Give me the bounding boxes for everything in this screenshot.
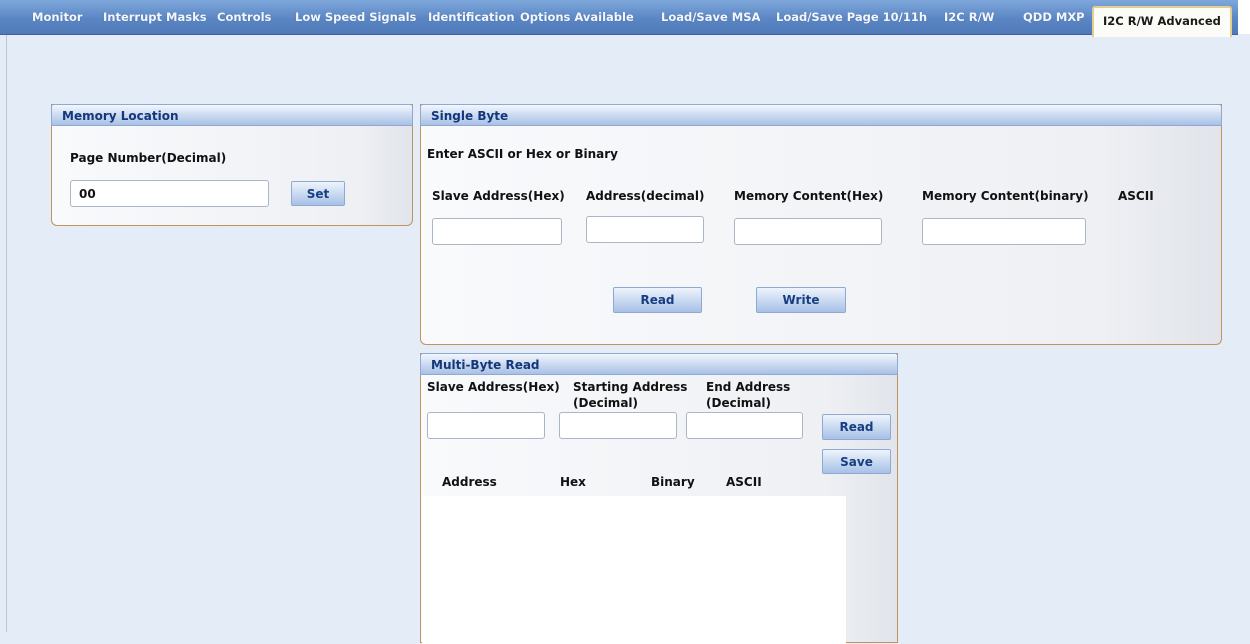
tab-i2c-rw-advanced[interactable]: I2C R/W Advanced: [1092, 6, 1232, 37]
memory-content-hex-label: Memory Content(Hex): [734, 189, 884, 203]
single-byte-write-button[interactable]: Write: [756, 287, 846, 313]
memory-content-binary-label: Memory Content(binary): [922, 189, 1089, 203]
tab-monitor[interactable]: Monitor: [32, 0, 83, 34]
tab-bar: Monitor Interrupt Masks Controls Low Spe…: [0, 0, 1250, 37]
single-byte-title: Single Byte: [420, 104, 1222, 126]
tab-options-available[interactable]: Options Available: [520, 0, 634, 34]
starting-address-input[interactable]: [559, 412, 677, 439]
ascii-label: ASCII: [1118, 189, 1154, 203]
end-address-input[interactable]: [686, 412, 803, 439]
starting-address-unit-label: (Decimal): [573, 396, 639, 410]
multi-slave-address-input[interactable]: [427, 412, 545, 439]
memory-content-binary-input[interactable]: [922, 218, 1086, 245]
end-address-unit-label: (Decimal): [706, 396, 772, 410]
page-number-input[interactable]: [70, 180, 269, 207]
multi-byte-read-title: Multi-Byte Read: [420, 353, 898, 375]
column-header-binary: Binary: [651, 475, 695, 489]
slave-address-input[interactable]: [432, 218, 562, 245]
column-header-hex: Hex: [560, 475, 586, 489]
multi-byte-read-button[interactable]: Read: [822, 414, 891, 440]
memory-content-hex-input[interactable]: [734, 218, 882, 245]
page-number-label: Page Number(Decimal): [70, 151, 227, 165]
starting-address-label: Starting Address: [573, 380, 688, 394]
tab-qdd-mxp[interactable]: QDD MXP: [1023, 0, 1085, 34]
set-button[interactable]: Set: [291, 181, 345, 206]
tab-load-save-msa[interactable]: Load/Save MSA: [661, 0, 760, 34]
memory-location-title: Memory Location: [51, 104, 413, 126]
tab-interrupt-masks[interactable]: Interrupt Masks: [103, 0, 207, 34]
column-header-ascii: ASCII: [726, 475, 762, 489]
address-decimal-label: Address(decimal): [586, 189, 705, 203]
tab-controls[interactable]: Controls: [217, 0, 271, 34]
multi-slave-address-label: Slave Address(Hex): [427, 380, 560, 394]
multi-byte-results-list[interactable]: [422, 496, 846, 644]
tab-load-save-page-10-11h[interactable]: Load/Save Page 10/11h: [776, 0, 927, 34]
end-address-label: End Address: [706, 380, 791, 394]
tab-i2c-rw[interactable]: I2C R/W: [944, 0, 994, 34]
slave-address-label: Slave Address(Hex): [432, 189, 565, 203]
single-byte-read-button[interactable]: Read: [613, 287, 702, 313]
save-button[interactable]: Save: [822, 449, 891, 474]
tab-low-speed-signals[interactable]: Low Speed Signals: [295, 0, 416, 34]
tab-identification[interactable]: Identification: [428, 0, 515, 34]
address-decimal-input[interactable]: [586, 216, 704, 243]
single-byte-hint: Enter ASCII or Hex or Binary: [427, 147, 618, 161]
multi-byte-read-panel: Multi-Byte Read Slave Address(Hex) Start…: [420, 353, 898, 644]
tab-strip: Monitor Interrupt Masks Controls Low Spe…: [0, 0, 1238, 37]
memory-location-panel: Memory Location Page Number(Decimal) Set: [51, 104, 413, 226]
single-byte-panel: Single Byte Enter ASCII or Hex or Binary…: [420, 104, 1222, 345]
column-header-address: Address: [442, 475, 497, 489]
window-left-border: [6, 35, 7, 632]
